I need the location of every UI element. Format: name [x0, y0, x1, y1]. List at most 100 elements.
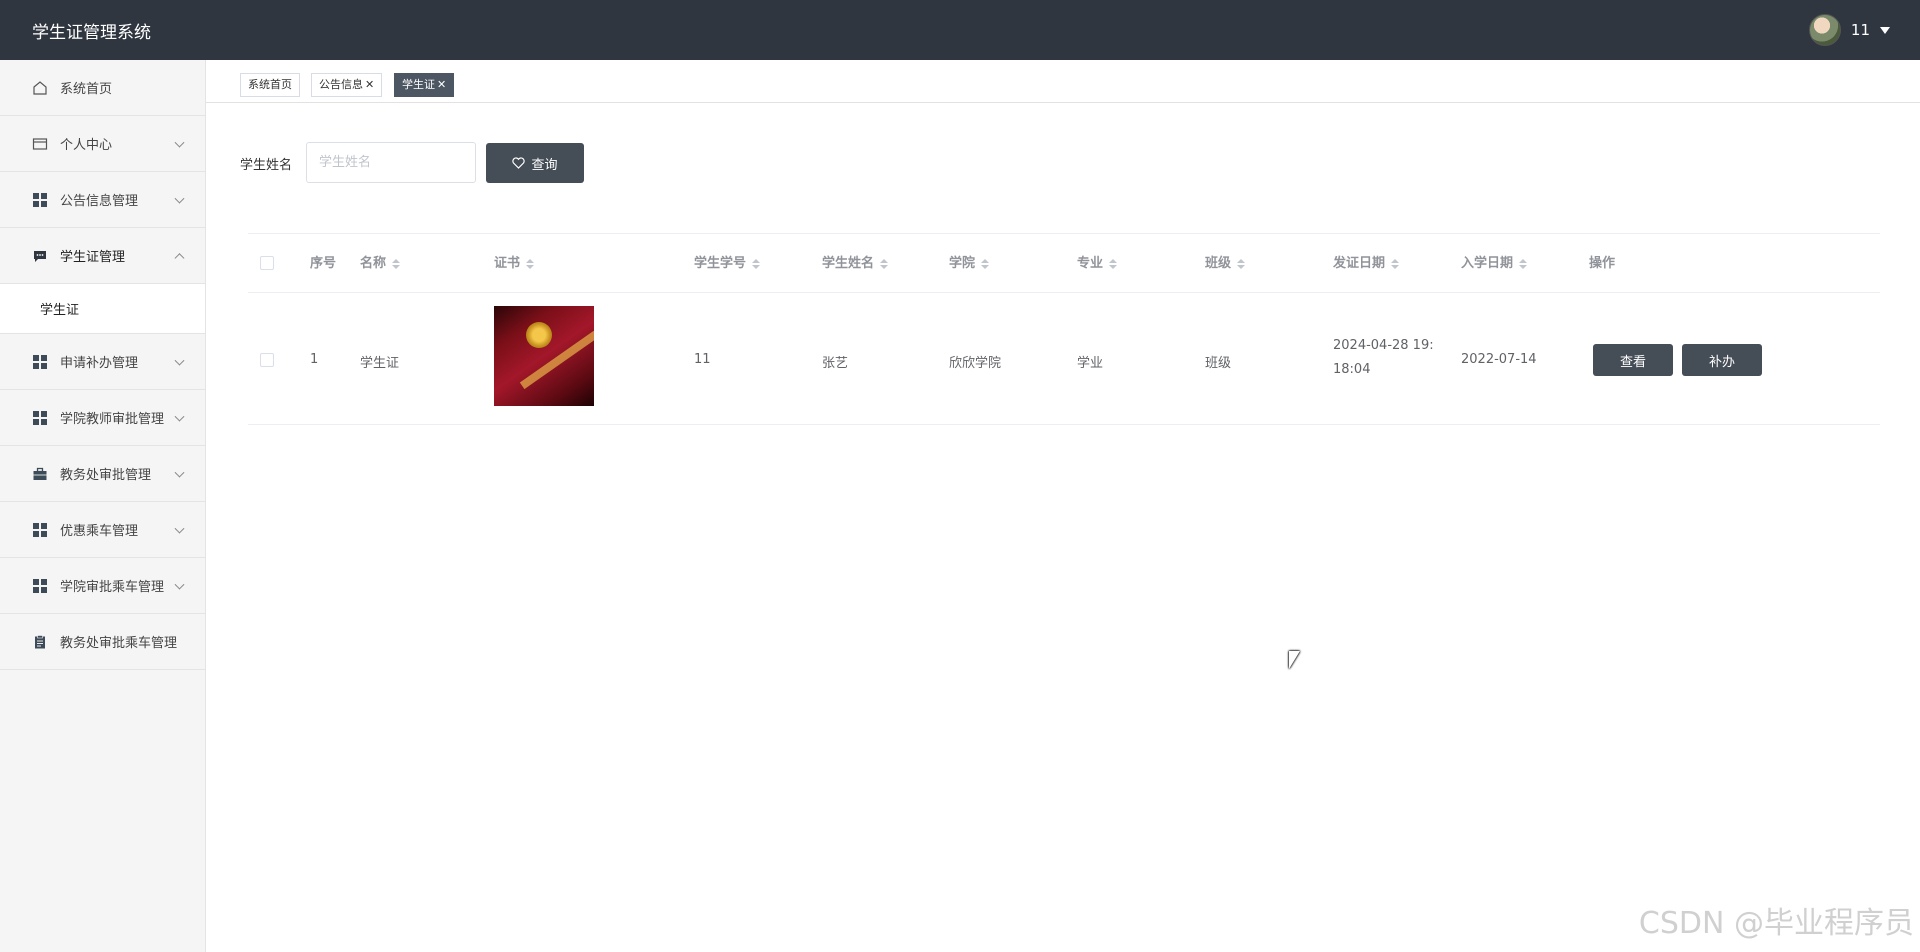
sidebar-item-discount-ride[interactable]: 优惠乘车管理 — [0, 502, 205, 558]
search-label: 学生姓名 — [240, 158, 293, 173]
sort-icon[interactable] — [1109, 258, 1118, 269]
tab-home[interactable]: 系统首页 — [240, 73, 300, 97]
app-title: 学生证管理系统 — [32, 22, 151, 43]
reissue-button[interactable]: 补办 — [1682, 344, 1762, 376]
chevron-down-icon — [174, 137, 185, 148]
sort-icon[interactable] — [1237, 258, 1246, 269]
caret-down-icon[interactable] — [1880, 26, 1890, 34]
grid-icon — [32, 578, 48, 594]
chevron-down-icon — [174, 579, 185, 590]
sidebar-item-office-ride-approval[interactable]: 教务处审批乘车管理 — [0, 614, 205, 670]
view-button[interactable]: 查看 — [1593, 344, 1673, 376]
tab-bar: 系统首页 公告信息 ✕ 学生证 ✕ — [206, 60, 1920, 103]
table-header: 序号 名称 证书 学生学号 学生姓名 学院 专业 班级 发证日期 入学日期 操作 — [248, 234, 1880, 293]
tab-student-card[interactable]: 学生证 ✕ — [394, 73, 455, 97]
mouse-cursor-icon — [1289, 651, 1300, 669]
column-header-student-name[interactable]: 学生姓名 — [822, 234, 889, 293]
student-card-table: 序号 名称 证书 学生学号 学生姓名 学院 专业 班级 发证日期 入学日期 操作… — [248, 233, 1880, 425]
column-header-enroll-date[interactable]: 入学日期 — [1461, 234, 1528, 293]
cell-major: 学业 — [1077, 356, 1104, 371]
tab-label: 学生证 — [402, 78, 435, 91]
cell-class: 班级 — [1205, 356, 1232, 371]
sort-icon[interactable] — [1519, 258, 1528, 269]
grid-icon — [32, 192, 48, 208]
sort-icon[interactable] — [752, 258, 761, 269]
card-icon — [32, 136, 48, 152]
table-row: 1 学生证 11 张艺 欣欣学院 学业 班级 2024-04-28 19: 18… — [248, 294, 1880, 424]
sidebar-item-reissue[interactable]: 申请补办管理 — [0, 334, 205, 390]
select-all-checkbox[interactable] — [260, 256, 274, 270]
message-icon — [32, 248, 48, 264]
sidebar-item-label: 教务处审批管理 — [60, 468, 152, 483]
sort-icon[interactable] — [880, 258, 889, 269]
home-icon — [32, 80, 48, 96]
sidebar: 系统首页 个人中心 公告信息管理 学生证管理 学生证 申请补办管理 学院教师审批… — [0, 60, 206, 952]
close-icon[interactable]: ✕ — [365, 78, 374, 91]
chevron-up-icon — [174, 252, 185, 263]
chevron-down-icon — [174, 411, 185, 422]
column-header-student-id[interactable]: 学生学号 — [694, 234, 761, 293]
sidebar-item-label: 教务处审批乘车管理 — [60, 636, 178, 651]
sort-icon[interactable] — [981, 258, 990, 269]
certificate-image[interactable] — [494, 306, 594, 406]
cell-student-name: 张艺 — [822, 356, 849, 371]
watermark: CSDN @毕业程序员 — [1638, 906, 1914, 941]
sidebar-subitem-student-card[interactable]: 学生证 — [0, 284, 205, 334]
cell-issue-date-line1: 2024-04-28 19: — [1333, 338, 1434, 353]
sidebar-item-label: 系统首页 — [60, 82, 113, 97]
sidebar-item-label: 学院审批乘车管理 — [60, 580, 165, 595]
column-header-college[interactable]: 学院 — [949, 234, 990, 293]
sidebar-item-label: 个人中心 — [60, 138, 113, 153]
top-header: 学生证管理系统 11 — [0, 0, 1920, 60]
chevron-down-icon — [174, 193, 185, 204]
sidebar-item-home[interactable]: 系统首页 — [0, 60, 205, 116]
cell-issue-date-line2: 18:04 — [1333, 362, 1371, 377]
column-header-certificate[interactable]: 证书 — [494, 234, 535, 293]
cell-name: 学生证 — [360, 356, 400, 371]
user-menu[interactable]: 11 — [1808, 0, 1890, 60]
cell-college: 欣欣学院 — [949, 356, 1002, 371]
cell-index: 1 — [310, 352, 319, 367]
student-name-search-input[interactable] — [306, 142, 476, 183]
heart-icon — [512, 157, 526, 169]
tab-notice[interactable]: 公告信息 ✕ — [311, 73, 383, 97]
search-button[interactable]: 查询 — [486, 143, 584, 183]
sidebar-item-notice[interactable]: 公告信息管理 — [0, 172, 205, 228]
tab-label: 公告信息 — [319, 78, 363, 91]
chevron-down-icon — [174, 467, 185, 478]
sidebar-item-college-ride-approval[interactable]: 学院审批乘车管理 — [0, 558, 205, 614]
sidebar-item-student-card[interactable]: 学生证管理 — [0, 228, 205, 284]
row-checkbox[interactable] — [260, 353, 274, 367]
sidebar-subitem-label: 学生证 — [40, 303, 80, 318]
sort-icon[interactable] — [526, 258, 535, 269]
tab-label: 系统首页 — [248, 78, 292, 91]
column-header-index: 序号 — [310, 256, 337, 271]
grid-icon — [32, 522, 48, 538]
cell-enroll-date: 2022-07-14 — [1461, 352, 1537, 367]
chevron-down-icon — [174, 355, 185, 366]
username[interactable]: 11 — [1851, 21, 1870, 39]
sidebar-item-teacher-approval[interactable]: 学院教师审批管理 — [0, 390, 205, 446]
cell-student-id: 11 — [694, 352, 711, 367]
clipboard-icon — [32, 634, 48, 650]
grid-icon — [32, 410, 48, 426]
column-header-name[interactable]: 名称 — [360, 234, 401, 293]
column-header-major[interactable]: 专业 — [1077, 234, 1118, 293]
chevron-down-icon — [174, 523, 185, 534]
avatar[interactable] — [1808, 14, 1841, 46]
column-header-actions: 操作 — [1589, 256, 1616, 271]
close-icon[interactable]: ✕ — [437, 78, 446, 91]
sort-icon[interactable] — [392, 258, 401, 269]
sidebar-item-label: 优惠乘车管理 — [60, 524, 139, 539]
sort-icon[interactable] — [1391, 258, 1400, 269]
column-header-class[interactable]: 班级 — [1205, 234, 1246, 293]
search-button-label: 查询 — [531, 157, 558, 173]
sidebar-item-label: 公告信息管理 — [60, 194, 139, 209]
sidebar-item-label: 学院教师审批管理 — [60, 412, 165, 427]
sidebar-item-label: 学生证管理 — [60, 250, 126, 265]
sidebar-item-label: 申请补办管理 — [60, 356, 139, 371]
column-header-issue-date[interactable]: 发证日期 — [1333, 234, 1400, 293]
sidebar-item-office-approval[interactable]: 教务处审批管理 — [0, 446, 205, 502]
sidebar-item-profile[interactable]: 个人中心 — [0, 116, 205, 172]
emblem-icon — [526, 322, 552, 348]
